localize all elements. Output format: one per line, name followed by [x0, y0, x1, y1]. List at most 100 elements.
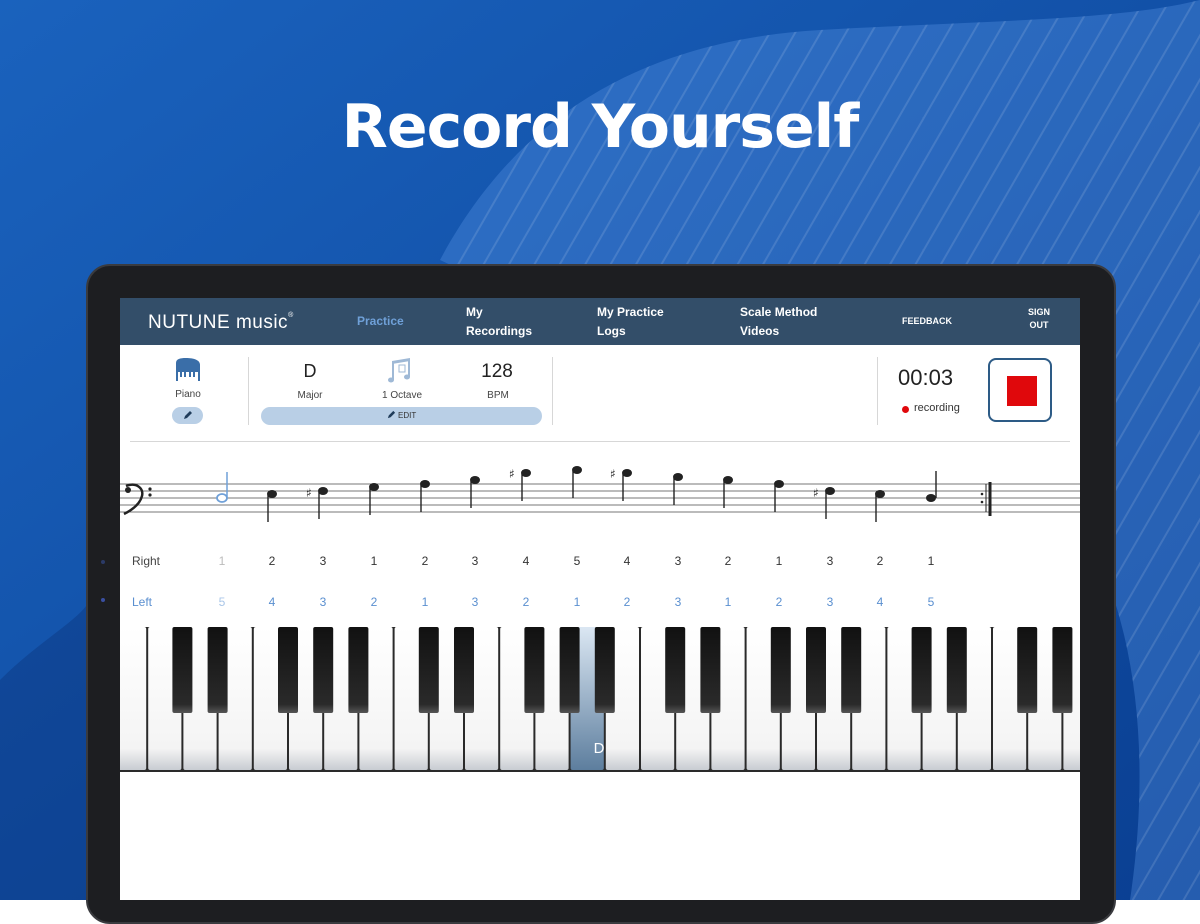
right-hand-label: Right	[132, 554, 161, 568]
headline: Record Yourself	[341, 92, 860, 162]
piano-key-black[interactable]	[946, 627, 967, 713]
logo-registered-mark: ®	[288, 312, 294, 319]
finger-left: 3	[674, 595, 682, 609]
finger-right: 4	[522, 554, 530, 568]
nav-sign-out[interactable]: SIGN OUT	[1024, 306, 1054, 332]
finger-right: 2	[421, 554, 429, 568]
divider	[877, 357, 878, 425]
panel-divider	[130, 441, 1070, 442]
note	[926, 471, 937, 502]
musical-notes-icon[interactable]	[388, 357, 414, 385]
key-value[interactable]: D	[292, 361, 328, 382]
piano-key-black[interactable]	[559, 627, 580, 713]
finger-right: 4	[623, 554, 631, 568]
music-staff: ♯ ♯ ♯ ♯	[120, 466, 1080, 522]
tempo-value[interactable]: 128	[472, 361, 522, 383]
piano-key-black[interactable]	[700, 627, 721, 713]
piano-key-black[interactable]	[278, 627, 298, 713]
note	[470, 476, 480, 508]
finger-right: 3	[826, 554, 834, 568]
note	[673, 473, 683, 505]
piano-key-black[interactable]	[313, 627, 334, 713]
recording-indicator-dot	[902, 406, 909, 413]
finger-right: 1	[775, 554, 783, 568]
piano-keyboard[interactable]: D	[120, 627, 1080, 772]
finger-right: 2	[876, 554, 884, 568]
settings-edit-button[interactable]: EDIT	[261, 407, 542, 425]
piano-key-black[interactable]	[207, 627, 228, 713]
piano-key-black[interactable]	[1017, 627, 1038, 713]
piano-key-black[interactable]	[770, 627, 791, 713]
piano-key-black[interactable]	[524, 627, 545, 713]
tablet-camera	[101, 598, 105, 602]
finger-right: 2	[268, 554, 276, 568]
edit-label: EDIT	[398, 411, 417, 420]
edit-button-content: EDIT	[261, 410, 542, 420]
piano-key-black[interactable]	[348, 627, 369, 713]
finger-left: 1	[573, 595, 581, 609]
note	[420, 480, 430, 512]
note	[723, 476, 733, 508]
nav-my-recordings[interactable]: My Recordings	[466, 303, 546, 341]
piano-key-white[interactable]	[120, 627, 147, 770]
piano-key-black[interactable]	[594, 627, 615, 713]
end-barline	[980, 482, 992, 516]
svg-text:♯: ♯	[509, 467, 515, 481]
left-hand-label: Left	[132, 595, 153, 609]
nav-my-practice-logs[interactable]: My Practice Logs	[597, 303, 687, 341]
piano-key-black[interactable]	[806, 627, 826, 713]
finger-right: 1	[370, 554, 378, 568]
note	[369, 483, 379, 515]
finger-right: 3	[319, 554, 327, 568]
recording-timer: 00:03	[898, 365, 954, 390]
instrument-edit-button[interactable]	[172, 407, 203, 424]
finger-left: 2	[370, 595, 378, 609]
finger-right: 5	[573, 554, 581, 568]
recording-status: recording	[914, 402, 960, 414]
notes: ♯ ♯ ♯ ♯	[216, 466, 937, 522]
logo-text: NUTUNE music	[148, 312, 289, 333]
finger-right: 2	[724, 554, 732, 568]
stop-icon	[1007, 376, 1037, 406]
tablet-sensor	[101, 560, 105, 564]
note	[572, 466, 582, 498]
finger-left: 5	[927, 595, 935, 609]
stop-recording-button[interactable]	[988, 358, 1052, 422]
finger-right: 1	[218, 554, 226, 568]
instrument-label: Piano	[175, 389, 201, 400]
note-current	[216, 472, 228, 503]
nav-practice[interactable]: Practice	[357, 312, 404, 331]
finger-left: 2	[623, 595, 631, 609]
finger-left: 3	[826, 595, 834, 609]
piano-key-black[interactable]	[665, 627, 686, 713]
piano-key-black[interactable]	[1052, 627, 1073, 713]
highlighted-key-label: D	[594, 740, 605, 757]
finger-left: 1	[421, 595, 429, 609]
finger-left: 2	[775, 595, 783, 609]
finger-left: 1	[724, 595, 732, 609]
piano-key-black[interactable]	[454, 627, 474, 713]
nav-scale-method-videos[interactable]: Scale Method Videos	[740, 303, 840, 341]
piano-key-black[interactable]	[172, 627, 193, 713]
key-label: Major	[297, 390, 323, 401]
pencil-icon	[387, 410, 395, 419]
bass-clef-icon	[123, 483, 152, 516]
divider	[552, 357, 553, 425]
finger-left: 4	[268, 595, 276, 609]
piano-key-black[interactable]	[911, 627, 932, 713]
app-logo[interactable]: NUTUNE music®	[148, 312, 294, 334]
finger-left: 2	[522, 595, 530, 609]
range-label: 1 Octave	[381, 390, 423, 401]
finger-left: 5	[218, 595, 226, 609]
divider	[248, 357, 249, 425]
app-screen: NUTUNE music® Practice My Recordings My …	[120, 298, 1080, 900]
finger-left: 3	[471, 595, 479, 609]
piano-key-black[interactable]	[418, 627, 439, 713]
finger-left: 3	[319, 595, 327, 609]
note	[875, 490, 885, 522]
tempo-label: BPM	[487, 390, 509, 401]
nav-feedback[interactable]: FEEDBACK	[902, 312, 952, 331]
svg-text:♯: ♯	[306, 486, 312, 500]
piano-key-black[interactable]	[841, 627, 862, 713]
grand-piano-icon[interactable]	[174, 357, 202, 383]
